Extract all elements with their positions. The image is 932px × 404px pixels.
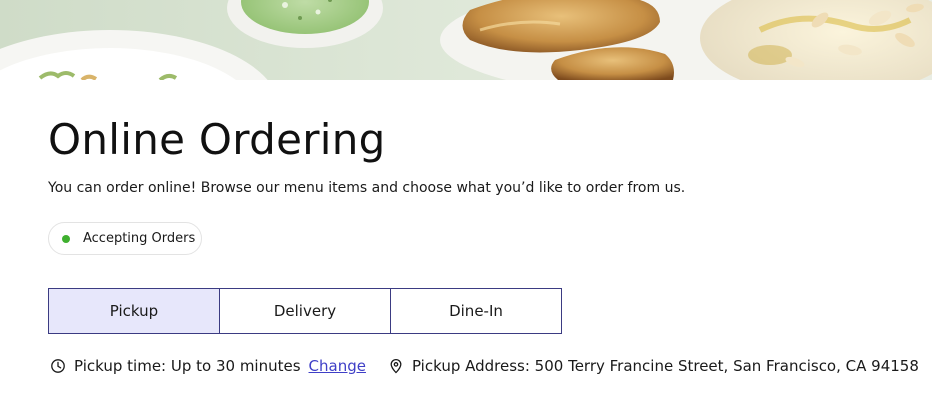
tab-pickup[interactable]: Pickup <box>48 288 220 334</box>
page-subtitle: You can order online! Browse our menu it… <box>48 180 686 196</box>
order-type-tabs: Pickup Delivery Dine-In <box>48 288 562 334</box>
page-title: Online Ordering <box>48 115 386 164</box>
change-pickup-time-link[interactable]: Change <box>309 357 366 375</box>
clock-icon <box>50 358 66 374</box>
status-dot-icon <box>62 234 70 243</box>
map-pin-icon <box>388 358 404 374</box>
status-label: Accepting Orders <box>83 231 196 246</box>
tab-pickup-label: Pickup <box>109 302 159 320</box>
tab-dine-in[interactable]: Dine-In <box>390 288 562 334</box>
pickup-info-row: Pickup time: Up to 30 minutes Change Pic… <box>50 355 919 377</box>
online-ordering-page: Online Ordering You can order online! Br… <box>0 0 932 404</box>
pickup-time-text: Pickup time: Up to 30 minutes <box>74 357 301 375</box>
hero-banner-image <box>0 0 932 80</box>
tab-dine-in-label: Dine-In <box>449 302 503 320</box>
status-badge: Accepting Orders <box>48 222 202 255</box>
tab-delivery[interactable]: Delivery <box>219 288 391 334</box>
pickup-address-text: Pickup Address: 500 Terry Francine Stree… <box>411 357 919 375</box>
tab-delivery-label: Delivery <box>273 302 337 320</box>
